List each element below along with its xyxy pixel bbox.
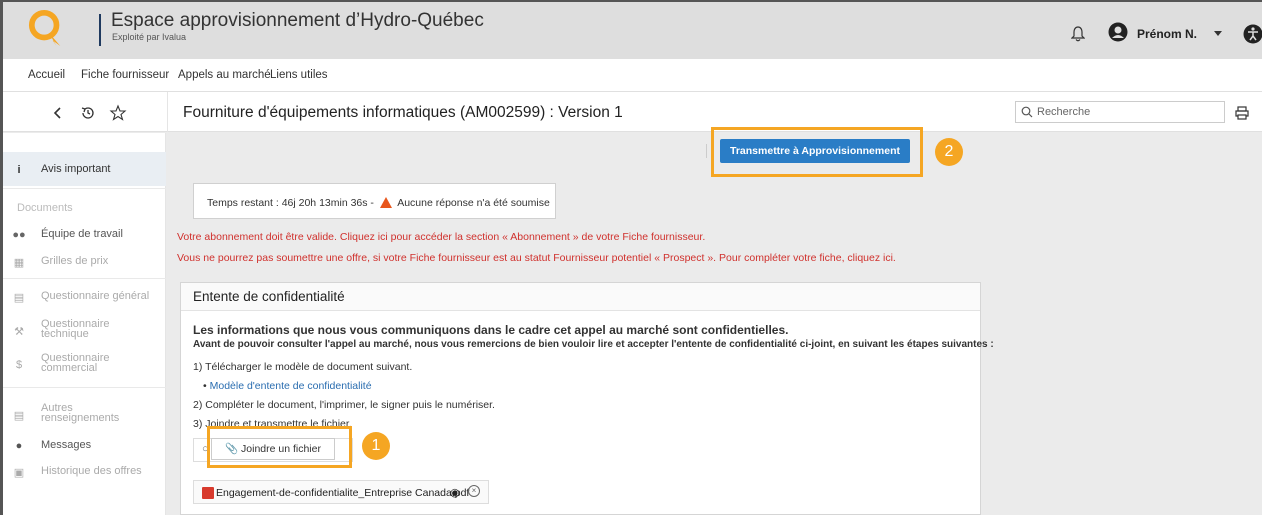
highlight-attach — [207, 426, 352, 468]
search-input[interactable]: Recherche — [1015, 101, 1225, 123]
step-badge-1: 1 — [362, 432, 390, 460]
back-arrow-icon[interactable] — [49, 104, 67, 122]
menu-item-appels-marche[interactable]: Appels au marché — [178, 69, 271, 81]
step-badge-2: 2 — [935, 138, 963, 166]
time-value: 46j 20h 13min 36s - — [281, 197, 374, 209]
sidebar-divider — [3, 188, 166, 189]
file-name[interactable]: Engagement-de-confidentialite_Entreprise… — [216, 487, 469, 499]
panel-intro: Avant de pouvoir consulter l'appel au ma… — [193, 339, 994, 350]
top-header: Espace approvisionnement d’Hydro-Québec … — [3, 2, 1262, 59]
sidebar-item-questionnaire-technique[interactable]: ⚒ Questionnaire technique — [3, 319, 166, 341]
attached-file[interactable]: Engagement-de-confidentialite_Entreprise… — [193, 480, 489, 504]
alert-prospect[interactable]: Vous ne pourrez pas soumettre une offre,… — [177, 252, 896, 264]
team-icon: ●● — [12, 229, 26, 241]
sidebar-item-autres-renseignements[interactable]: ▤ Autres renseignements — [3, 403, 166, 425]
print-icon[interactable] — [1235, 106, 1249, 120]
highlight-transmit — [711, 127, 923, 177]
pdf-icon — [202, 487, 214, 499]
document-icon: ▤ — [13, 410, 25, 422]
template-link[interactable]: Modèle d'entente de confidentialité — [210, 380, 372, 392]
search-icon — [1021, 106, 1033, 118]
sidebar-divider — [3, 387, 166, 388]
menu-item-accueil[interactable]: Accueil — [28, 69, 65, 81]
time-prefix: Temps restant : — [207, 197, 279, 209]
bullet: • — [203, 380, 207, 392]
app-subtitle: Exploité par Ivalua — [112, 32, 187, 42]
brand-separator — [99, 14, 101, 46]
step-1: 1) Télécharger le modèle de document sui… — [193, 361, 413, 373]
page-title: Fourniture d'équipements informatiques (… — [183, 104, 623, 121]
template-link-item: • Modèle d'entente de confidentialité — [203, 380, 372, 392]
app-title: Espace approvisionnement d’Hydro-Québec — [111, 10, 484, 31]
page-toolbar: Fourniture d'équipements informatiques (… — [3, 92, 1262, 132]
grid-icon: ▦ — [13, 257, 25, 269]
time-remaining-box: Temps restant : 46j 20h 13min 36s - Aucu… — [193, 183, 556, 219]
menu-item-liens-utiles[interactable]: Liens utiles — [270, 69, 328, 81]
archive-icon: ▣ — [13, 467, 25, 479]
toolbar-separator — [167, 92, 168, 132]
alert-subscription[interactable]: Votre abonnement doit être valide. Cliqu… — [177, 231, 705, 243]
user-name[interactable]: Prénom N. — [1137, 27, 1197, 41]
main-menu: Accueil Fiche fournisseur Appels au marc… — [3, 59, 1262, 92]
dollar-icon: $ — [15, 359, 23, 371]
info-icon: i — [17, 164, 21, 176]
accessibility-icon[interactable] — [1243, 24, 1262, 44]
sidebar-item-avis-important[interactable]: i Avis important — [3, 152, 166, 186]
building-icon: ▤ — [13, 292, 25, 304]
hydro-quebec-logo[interactable] — [28, 8, 66, 48]
sidebar-item-questionnaire-commercial[interactable]: $ Questionnaire commercial — [3, 353, 166, 375]
wrench-icon: ⚒ — [14, 326, 24, 338]
panel-header: Entente de confidentialité — [181, 283, 980, 311]
time-warning: Aucune réponse n'a été soumise — [397, 197, 550, 209]
menu-item-fiche-fournisseur[interactable]: Fiche fournisseur — [81, 69, 169, 81]
step-2: 2) Compléter le document, l'imprimer, le… — [193, 399, 495, 411]
remove-file-icon[interactable]: × — [468, 485, 480, 497]
search-placeholder: Recherche — [1037, 106, 1091, 118]
history-icon[interactable] — [79, 104, 97, 122]
sidebar-divider — [3, 278, 166, 279]
star-icon[interactable] — [109, 104, 127, 122]
bell-icon[interactable] — [1071, 26, 1085, 42]
chevron-down-icon[interactable] — [1214, 31, 1222, 36]
messages-icon: ● — [15, 440, 23, 452]
action-separator — [706, 144, 707, 158]
warning-icon — [379, 197, 392, 208]
time-remaining: Temps restant : 46j 20h 13min 36s - Aucu… — [207, 195, 550, 209]
eye-icon[interactable]: ◉ — [450, 486, 460, 499]
panel-lead: Les informations que nous vous communiqu… — [193, 323, 789, 337]
confidentiality-panel: Entente de confidentialité Les informati… — [180, 282, 994, 515]
sidebar: i Avis important Documents ●● Équipe de … — [3, 133, 166, 515]
avatar[interactable] — [1108, 22, 1128, 42]
panel-title: Entente de confidentialité — [193, 289, 345, 304]
